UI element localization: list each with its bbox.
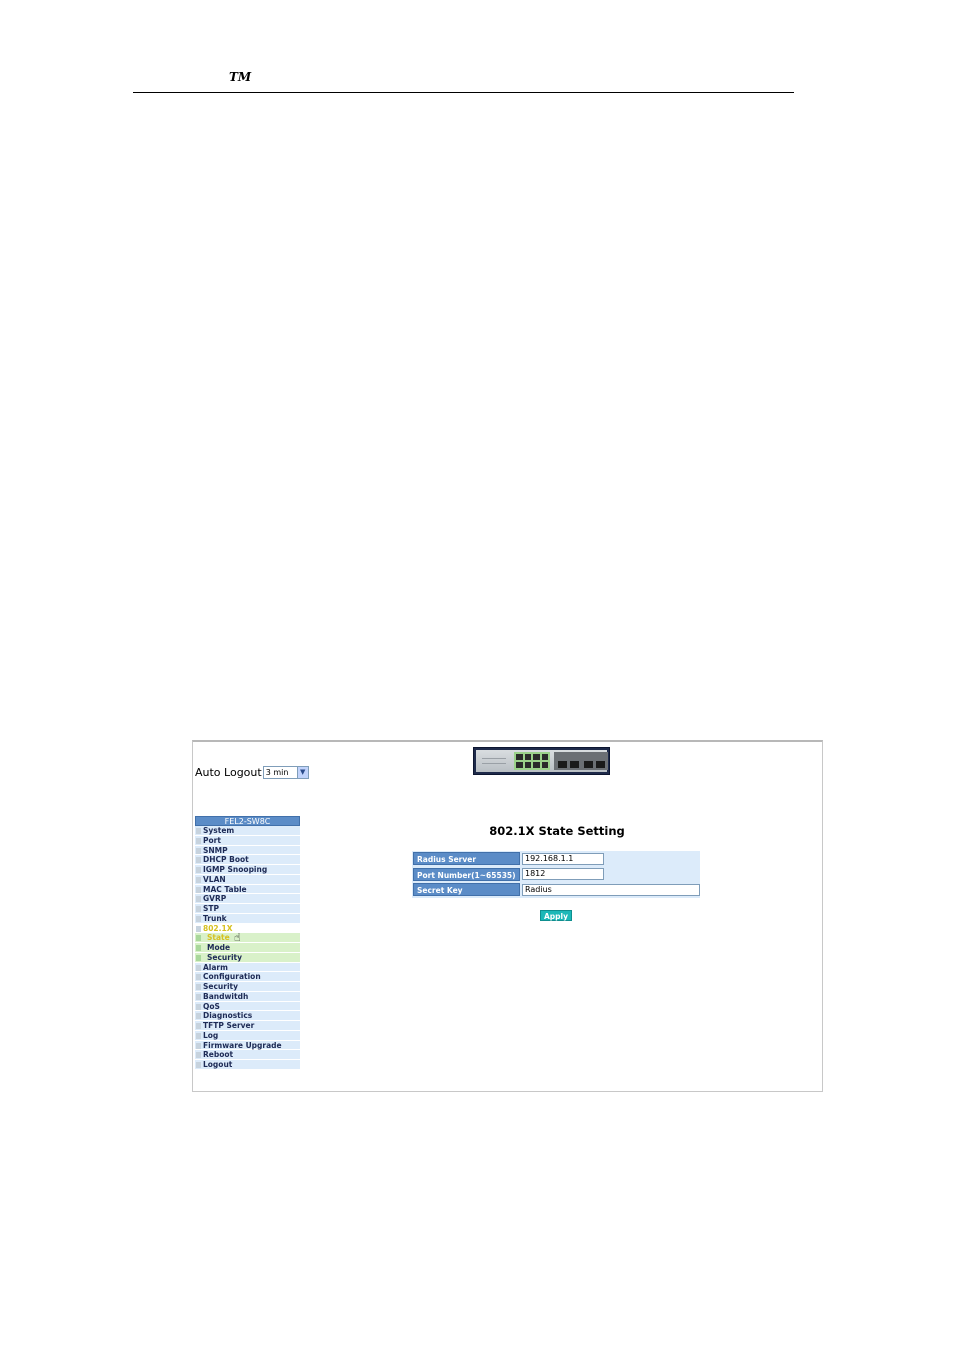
settings-table: Radius Server 192.168.1.1 Port Number(1~… (412, 851, 700, 898)
sidebar-item-trunk[interactable]: Trunk (195, 913, 300, 924)
sidebar-item-system[interactable]: System (195, 826, 300, 836)
secret-key-input[interactable]: Radius (522, 883, 700, 896)
sidebar-item-label: Firmware Upgrade (203, 1040, 282, 1050)
sidebar-item-mac-table[interactable]: MAC Table (195, 884, 300, 895)
sidebar-item-label: IGMP Snooping (203, 865, 268, 874)
sidebar-menu: FEL2-SW8C System Port SNMP DHCP Boot IGMP Sn… (195, 816, 300, 1070)
sidebar-item-bandwitdh[interactable]: Bandwitdh (195, 991, 300, 1002)
sidebar-item-label: Diagnostics (203, 1011, 253, 1021)
trademark-mark: TM (229, 70, 252, 84)
sidebar-item-label: Alarm (203, 962, 228, 972)
sidebar-item-alarm[interactable]: Alarm (195, 962, 300, 973)
sidebar-item-mode[interactable]: Mode (195, 943, 300, 953)
sidebar-item-snmp[interactable]: SNMP (195, 845, 300, 856)
sidebar-item-label: GVRP (203, 894, 227, 904)
sidebar-item-label: Bandwitdh (203, 991, 249, 1001)
page-title: 802.1X State Setting (489, 824, 625, 838)
sidebar-item-label: Reboot (203, 1050, 234, 1060)
sidebar-item-diagnostics[interactable]: Diagnostics (195, 1011, 300, 1021)
apply-button[interactable]: Apply (540, 910, 572, 921)
sidebar-item-label: 802.1X (203, 923, 233, 933)
sidebar-item-label: Port (203, 835, 221, 845)
sidebar-item-label: STP (203, 904, 220, 913)
sidebar-item-state[interactable]: State ☝ (195, 931, 300, 945)
menu-title: FEL2-SW8C (195, 816, 300, 826)
port-number-input[interactable]: 1812 (522, 868, 604, 881)
sidebar-item-port[interactable]: Port (195, 835, 300, 846)
sidebar-item-label: System (203, 826, 235, 835)
sidebar-item-label: Trunk (203, 913, 227, 923)
sidebar-item-configuration[interactable]: Configuration (195, 972, 300, 982)
sidebar-item-security[interactable]: Security (195, 982, 300, 992)
row-port-number: Port Number(1~65535) 1812 (412, 867, 700, 883)
sidebar-item-802-1x[interactable]: 802.1X (195, 923, 300, 934)
port-number-label: Port Number(1~65535) (413, 867, 520, 881)
sidebar-item-label: QoS (203, 1001, 220, 1011)
sidebar-item-security[interactable]: Security (195, 952, 300, 963)
chevron-down-icon[interactable]: ▼ (296, 767, 308, 778)
auto-logout-value: 3 min (265, 768, 289, 777)
hand-pointer-icon: ☝ (234, 931, 241, 945)
switch-device-icon (473, 747, 610, 775)
sidebar-item-vlan[interactable]: VLAN (195, 874, 300, 885)
auto-logout-select[interactable]: 3 min ▼ (262, 766, 309, 779)
sidebar-item-firmware-upgrade[interactable]: Firmware Upgrade (195, 1040, 300, 1051)
row-secret-key: Secret Key Radius (412, 882, 700, 898)
header-rule (133, 92, 794, 93)
sidebar-item-label: TFTP Server (203, 1021, 255, 1030)
sidebar-item-igmp-snooping[interactable]: IGMP Snooping (195, 865, 300, 875)
sidebar-item-label: Mode (207, 943, 231, 952)
sidebar-item-label: Logout (203, 1060, 233, 1069)
sidebar-item-label: DHCP Boot (203, 855, 249, 865)
auto-logout-label: Auto Logout (195, 766, 262, 779)
sidebar-item-qos[interactable]: QoS (195, 1001, 300, 1012)
sidebar-item-label: VLAN (203, 874, 226, 884)
sidebar-item-stp[interactable]: STP (195, 904, 300, 914)
auto-logout: Auto Logout 3 min ▼ (195, 766, 309, 779)
sidebar-item-log[interactable]: Log (195, 1030, 300, 1041)
sidebar-item-label: Log (203, 1030, 219, 1040)
sidebar-item-label: Security (203, 982, 239, 991)
sidebar-item-dhcp-boot[interactable]: DHCP Boot (195, 855, 300, 865)
secret-key-label: Secret Key (413, 883, 520, 897)
sidebar-item-label: Security (207, 952, 243, 962)
sidebar-item-label: Configuration (203, 972, 261, 982)
sidebar-item-gvrp[interactable]: GVRP (195, 894, 300, 904)
screenshot-frame: Auto Logout 3 min ▼ FEL2-SW8C System Port… (192, 740, 823, 1092)
sidebar-item-label: State (207, 933, 230, 943)
sidebar-item-reboot[interactable]: Reboot (195, 1050, 300, 1060)
radius-server-label: Radius Server (413, 852, 520, 866)
radius-server-input[interactable]: 192.168.1.1 (522, 852, 604, 865)
sidebar-item-logout[interactable]: Logout (195, 1060, 300, 1070)
row-radius-server: Radius Server 192.168.1.1 (412, 851, 700, 867)
sidebar-item-label: MAC Table (203, 884, 247, 894)
sidebar-item-label: SNMP (203, 845, 228, 855)
sidebar-item-tftp-server[interactable]: TFTP Server (195, 1021, 300, 1031)
